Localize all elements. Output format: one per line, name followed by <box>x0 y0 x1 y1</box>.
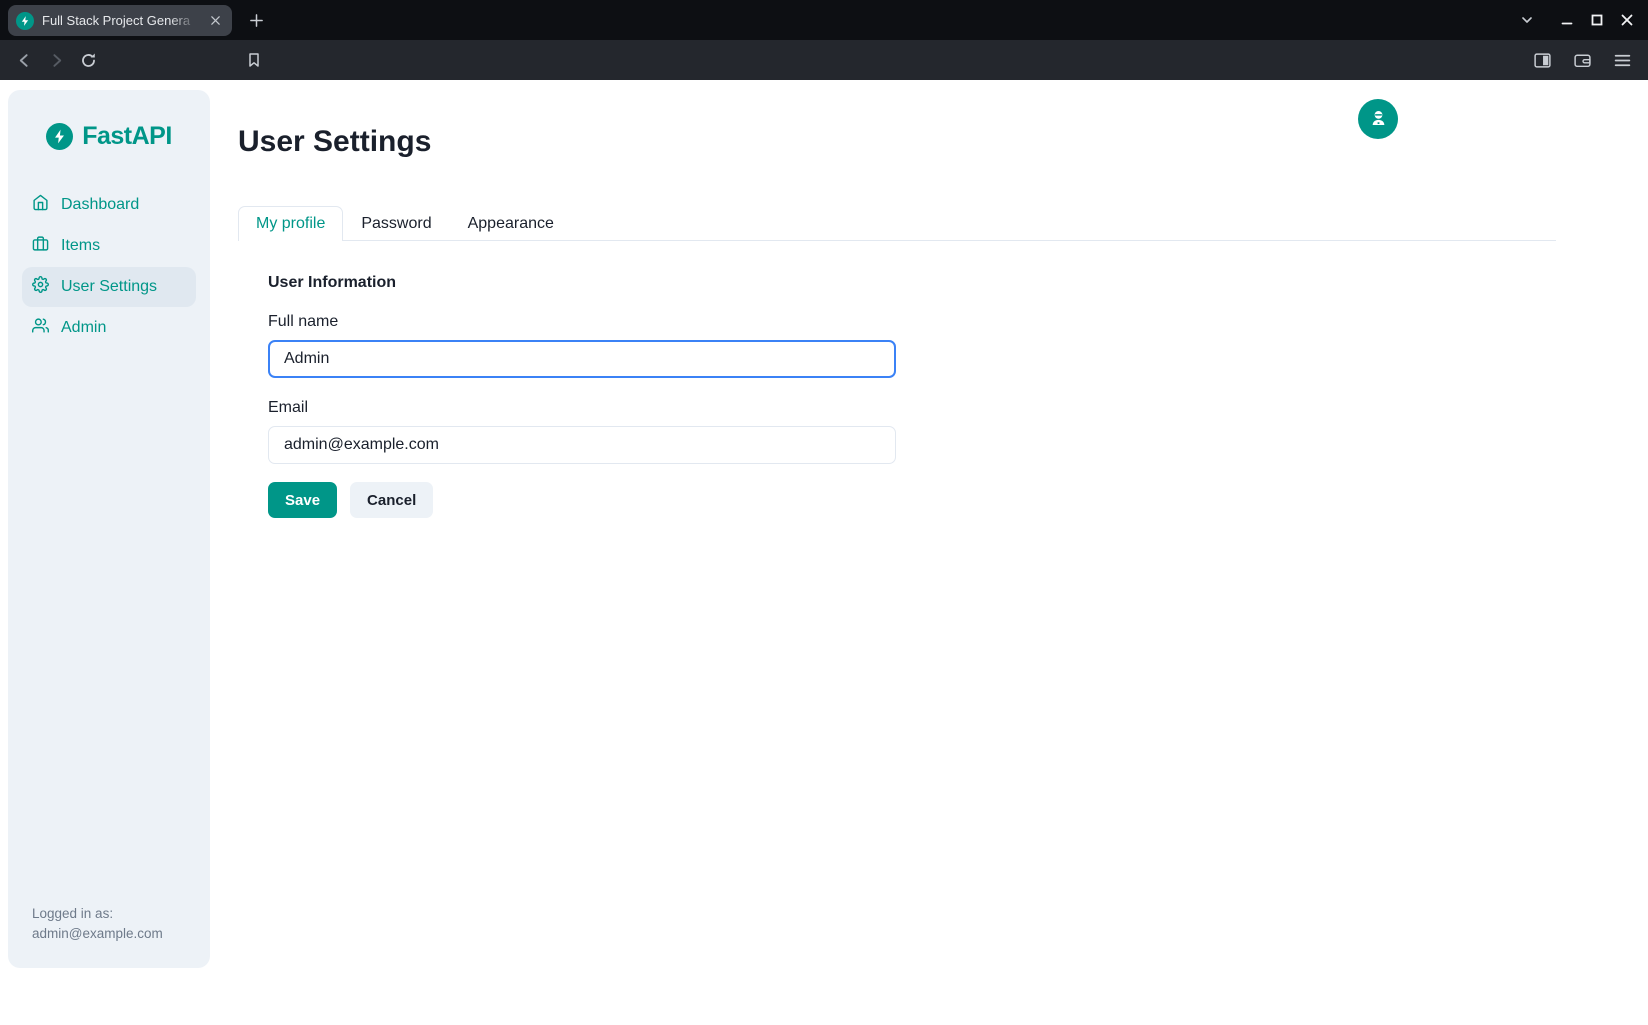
logged-in-as-email: admin@example.com <box>32 924 163 944</box>
sidebar-panel-icon[interactable] <box>1526 44 1558 76</box>
cancel-button[interactable]: Cancel <box>350 482 433 518</box>
sidebar-nav: Dashboard Items User Settings Admin <box>22 185 196 348</box>
settings-tabs: My profile Password Appearance <box>238 206 1556 241</box>
full-name-label: Full name <box>268 313 1556 331</box>
full-name-input[interactable] <box>268 340 896 378</box>
fastapi-logo[interactable]: FastAPI <box>22 122 196 151</box>
new-tab-button[interactable] <box>244 8 268 32</box>
tab-title: Full Stack Project Genera <box>42 13 198 28</box>
sidebar-item-label: User Settings <box>61 278 157 296</box>
nav-buttons <box>8 40 104 80</box>
toolbar-right <box>1526 44 1638 76</box>
sidebar-item-items[interactable]: Items <box>22 226 196 266</box>
profile-panel: User Information Full name Email Save Ca… <box>238 241 1556 518</box>
bookmark-icon[interactable] <box>238 44 270 76</box>
browser-toolbar: localhost/settings <box>0 40 1648 80</box>
gear-icon <box>32 276 49 298</box>
forward-icon[interactable] <box>40 44 72 76</box>
tab-password[interactable]: Password <box>343 206 449 241</box>
sidebar-item-user-settings[interactable]: User Settings <box>22 267 196 307</box>
window-controls <box>1512 0 1642 40</box>
tab-appearance[interactable]: Appearance <box>450 206 572 241</box>
form-buttons: Save Cancel <box>268 482 1556 518</box>
wallet-icon[interactable] <box>1566 44 1598 76</box>
sidebar-item-label: Items <box>61 237 100 255</box>
tab-title-fade <box>170 13 198 28</box>
minimize-icon[interactable] <box>1552 0 1582 40</box>
briefcase-icon <box>32 235 49 257</box>
sidebar: FastAPI Dashboard Items User Settings <box>8 90 210 968</box>
section-title: User Information <box>268 274 1556 292</box>
fastapi-logo-text: FastAPI <box>82 122 172 151</box>
logged-in-as: Logged in as: admin@example.com <box>32 904 163 944</box>
users-icon <box>32 317 49 339</box>
maximize-icon[interactable] <box>1582 0 1612 40</box>
app-page: FastAPI Dashboard Items User Settings <box>0 80 1648 1025</box>
email-input[interactable] <box>268 426 896 464</box>
menu-hamburger-icon[interactable] <box>1606 44 1638 76</box>
save-button[interactable]: Save <box>268 482 337 518</box>
fastapi-logo-icon <box>46 123 73 150</box>
sidebar-item-admin[interactable]: Admin <box>22 308 196 348</box>
tab-my-profile[interactable]: My profile <box>238 206 343 241</box>
home-icon <box>32 194 49 216</box>
browser-tab[interactable]: Full Stack Project Genera <box>8 5 232 36</box>
fastapi-favicon-icon <box>16 12 34 30</box>
page-title: User Settings <box>238 126 1556 158</box>
browser-titlebar: Full Stack Project Genera <box>0 0 1648 40</box>
close-window-icon[interactable] <box>1612 0 1642 40</box>
logged-in-as-label: Logged in as: <box>32 904 163 924</box>
main-content: User Settings My profile Password Appear… <box>238 80 1556 518</box>
sidebar-item-label: Dashboard <box>61 196 139 214</box>
tab-search-chevron-icon[interactable] <box>1512 0 1542 40</box>
tab-close-icon[interactable] <box>206 12 224 30</box>
back-icon[interactable] <box>8 44 40 76</box>
sidebar-item-dashboard[interactable]: Dashboard <box>22 185 196 225</box>
email-label: Email <box>268 399 1556 417</box>
reload-icon[interactable] <box>72 44 104 76</box>
sidebar-item-label: Admin <box>61 319 106 337</box>
